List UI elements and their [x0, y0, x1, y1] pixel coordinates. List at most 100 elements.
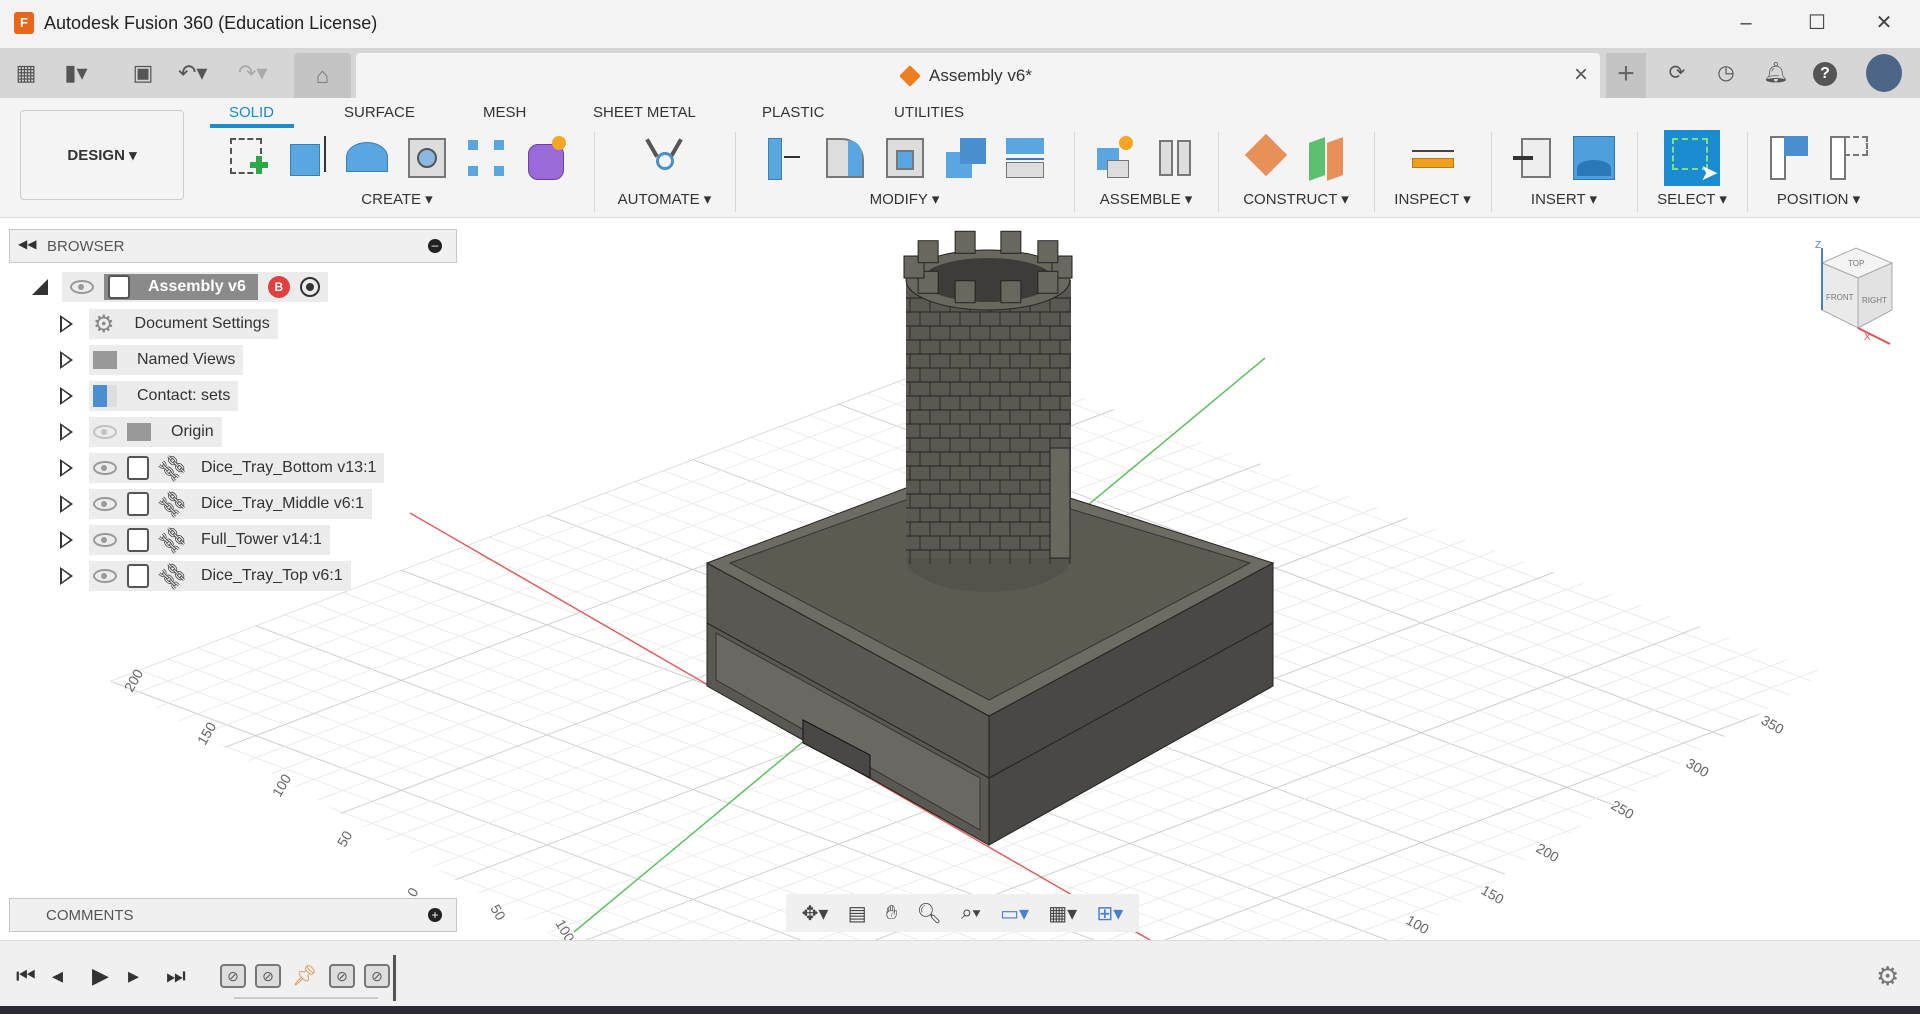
collapse-triangle-icon[interactable]	[32, 279, 48, 295]
select-icon[interactable]: ➤	[1664, 130, 1720, 186]
step-back-icon[interactable]: ◂	[52, 963, 63, 989]
play-icon[interactable]: ▶	[92, 963, 109, 989]
maximize-button[interactable]: ☐	[1797, 8, 1837, 38]
browser-item[interactable]: ⛓︎Full_Tower v14:1	[60, 525, 330, 555]
user-avatar[interactable]	[1866, 54, 1902, 92]
browser-item[interactable]: ⛓︎Dice_Tray_Top v6:1	[60, 561, 351, 591]
expand-arrow-icon[interactable]	[60, 495, 73, 513]
new-component-icon[interactable]	[1093, 134, 1139, 182]
visibility-eye-icon[interactable]	[93, 461, 117, 475]
plane-at-angle-icon[interactable]	[1303, 134, 1349, 182]
browser-item[interactable]: ⛓︎Dice_Tray_Bottom v13:1	[60, 453, 384, 483]
step-forward-icon[interactable]: ▸	[128, 963, 139, 989]
job-status-icon[interactable]: ◷	[1712, 60, 1740, 86]
tab-sheet-metal[interactable]: SHEET METAL	[593, 104, 696, 121]
timeline-joint-icon[interactable]: ⊘	[364, 964, 390, 988]
browser-minimize-icon[interactable]: –	[428, 239, 442, 253]
notifications-bell-icon[interactable]: 🔔︎	[1762, 60, 1790, 86]
go-to-end-icon[interactable]: ⏭	[166, 963, 186, 989]
revolve-icon[interactable]	[344, 134, 390, 182]
assemble-menu[interactable]: ASSEMBLE ▾	[1074, 190, 1218, 208]
new-tab-button[interactable]: +	[1606, 53, 1646, 98]
close-tab-button[interactable]: ×	[1574, 61, 1588, 89]
timeline-marker[interactable]	[393, 955, 396, 1001]
viewcube-right[interactable]: RIGHT	[1862, 296, 1887, 305]
add-comment-icon[interactable]: +	[428, 908, 442, 922]
help-icon[interactable]: ?	[1813, 62, 1837, 86]
app-grid-icon[interactable]: ▦	[12, 60, 40, 86]
split-body-icon[interactable]	[1002, 134, 1048, 182]
browser-item-label[interactable]: Dice_Tray_Bottom v13:1	[201, 459, 376, 477]
expand-arrow-icon[interactable]	[60, 387, 73, 405]
tab-mesh[interactable]: MESH	[483, 104, 526, 121]
automate-icon[interactable]	[642, 134, 688, 182]
construct-menu[interactable]: CONSTRUCT ▾	[1218, 190, 1374, 208]
inspect-menu[interactable]: INSPECT ▾	[1374, 190, 1491, 208]
save-icon[interactable]: ▣	[129, 60, 157, 86]
browser-item-label[interactable]: Document Settings	[135, 315, 270, 333]
fit-window-icon[interactable]: ⌕▾	[961, 902, 981, 925]
browser-item-label[interactable]: Full_Tower v14:1	[201, 531, 322, 549]
go-to-start-icon[interactable]: ⏮	[16, 963, 36, 989]
sync-icon[interactable]: ⟳	[1663, 60, 1691, 86]
workspace-switcher[interactable]: DESIGN ▾	[20, 110, 184, 200]
collapse-browser-icon[interactable]: ◀◀	[18, 237, 36, 251]
capture-position-icon[interactable]	[1766, 134, 1812, 182]
viewcube-front[interactable]: FRONT	[1826, 293, 1854, 302]
hole-icon[interactable]	[404, 134, 450, 182]
zoom-icon[interactable]: 🔍︎	[917, 901, 942, 926]
joint-icon[interactable]	[1153, 134, 1199, 182]
extrude-icon[interactable]	[284, 134, 330, 182]
view-cube[interactable]: TOP FRONT RIGHT Z X	[1815, 240, 1892, 344]
browser-panel-header[interactable]: ◀◀ BROWSER –	[9, 229, 457, 263]
browser-item[interactable]: Named Views	[60, 345, 243, 375]
expand-arrow-icon[interactable]	[60, 459, 73, 477]
pan-hand-icon[interactable]: ✋︎	[886, 902, 897, 925]
dice-tray-model[interactable]	[707, 231, 1273, 845]
automate-menu[interactable]: AUTOMATE ▾	[594, 190, 735, 208]
close-window-button[interactable]: ✕	[1864, 8, 1904, 38]
grid-settings-icon[interactable]: ▦▾	[1048, 901, 1077, 926]
browser-item-label[interactable]: Named Views	[137, 351, 235, 369]
tab-utilities[interactable]: UTILITIES	[894, 104, 964, 121]
expand-arrow-icon[interactable]	[60, 423, 73, 441]
create-menu[interactable]: CREATE ▾	[200, 190, 594, 208]
expand-arrow-icon[interactable]	[60, 567, 73, 585]
shell-icon[interactable]	[882, 134, 928, 182]
browser-item-label[interactable]: Dice_Tray_Top v6:1	[201, 567, 343, 585]
timeline-ground-pin-icon[interactable]: 📌︎	[292, 963, 317, 988]
measure-icon[interactable]	[1410, 134, 1456, 182]
viewcube-top[interactable]: TOP	[1848, 259, 1864, 268]
select-menu[interactable]: SELECT ▾	[1637, 190, 1747, 208]
press-pull-icon[interactable]	[762, 134, 808, 182]
expand-arrow-icon[interactable]	[60, 315, 73, 333]
home-tab[interactable]: ⌂	[294, 53, 351, 98]
insert-derive-icon[interactable]	[1511, 134, 1557, 182]
timeline-joint-icon[interactable]: ⊘	[329, 964, 355, 988]
browser-item-label[interactable]: Origin	[171, 423, 214, 441]
document-tab[interactable]: Assembly v6* ×	[356, 53, 1600, 98]
undo-icon[interactable]: ↶▾	[178, 60, 206, 86]
insert-menu[interactable]: INSERT ▾	[1491, 190, 1637, 208]
browser-root-row[interactable]: Assembly v6 B	[32, 272, 328, 302]
file-menu-icon[interactable]: ▮▾	[62, 60, 90, 86]
browser-item[interactable]: Origin	[60, 417, 222, 447]
browser-item[interactable]: ⛓︎Dice_Tray_Middle v6:1	[60, 489, 372, 519]
visibility-eye-icon[interactable]	[70, 280, 94, 294]
browser-item-label[interactable]: Contact: sets	[137, 387, 230, 405]
root-label[interactable]: Assembly v6	[148, 278, 246, 296]
viewports-icon[interactable]: ⊞▾	[1096, 901, 1123, 926]
redo-icon[interactable]: ↷▾	[238, 60, 266, 86]
pattern-icon[interactable]	[464, 134, 510, 182]
browser-item[interactable]: Contact: sets	[60, 381, 238, 411]
expand-arrow-icon[interactable]	[60, 531, 73, 549]
position-menu[interactable]: POSITION ▾	[1747, 190, 1890, 208]
modify-menu[interactable]: MODIFY ▾	[735, 190, 1074, 208]
comments-panel[interactable]: COMMENTS +	[9, 898, 457, 932]
offset-plane-icon[interactable]	[1243, 134, 1289, 182]
create-form-icon[interactable]	[524, 134, 570, 182]
create-sketch-icon[interactable]	[224, 134, 270, 182]
activate-radio-icon[interactable]	[300, 277, 320, 297]
timeline-joint-icon[interactable]: ⊘	[255, 964, 281, 988]
fillet-icon[interactable]	[822, 134, 868, 182]
